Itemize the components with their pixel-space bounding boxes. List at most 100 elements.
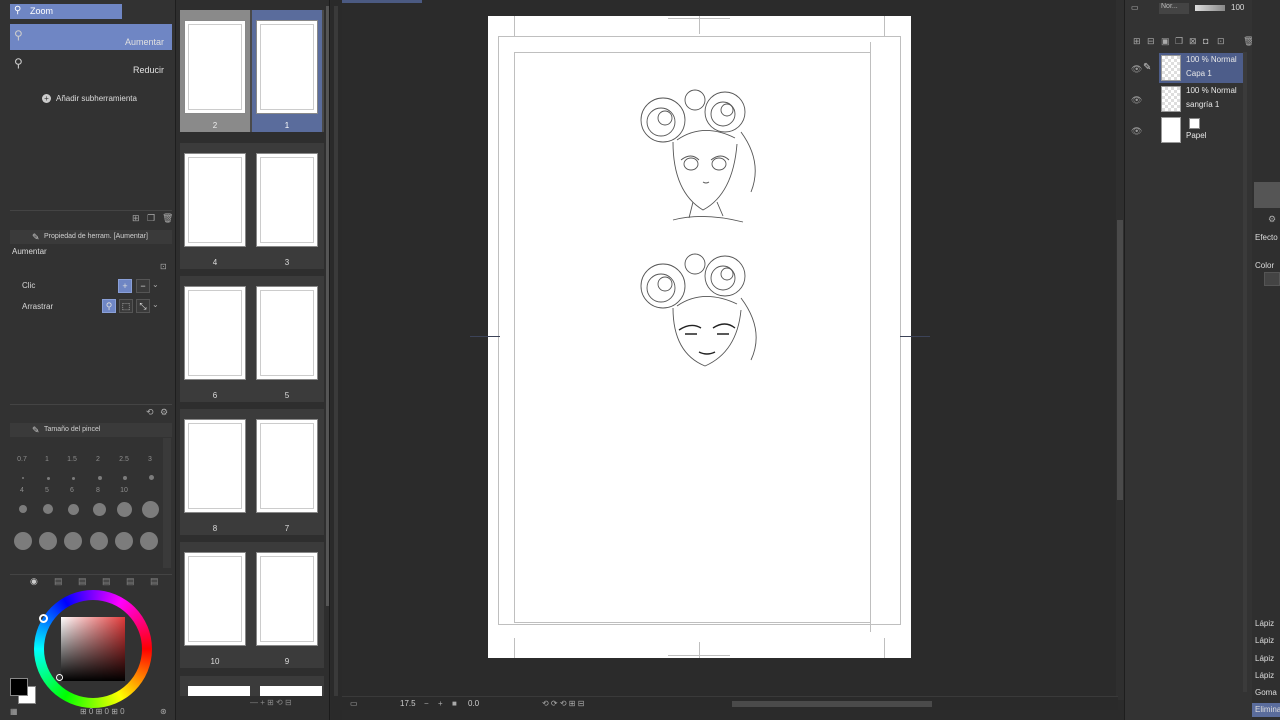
brush-size-dot[interactable] [39, 532, 57, 550]
layer-capa-1[interactable]: 100 % Normal Capa 1 [1159, 53, 1247, 83]
brush-size-dot[interactable] [22, 477, 24, 479]
effects-label[interactable]: Efecto [1255, 233, 1278, 242]
brush-size-dot[interactable] [19, 505, 27, 513]
zoom-in-icon[interactable]: + [438, 699, 443, 708]
brush-size-dot[interactable] [117, 502, 132, 517]
brush-history-item-selected[interactable]: Eliminar [1252, 703, 1280, 717]
lock-icon[interactable]: ⊡ [160, 262, 167, 271]
brush-history-item[interactable]: Lápiz [1255, 636, 1274, 645]
page-thumbnail-7[interactable]: 7 [252, 409, 322, 535]
brush-size-dot[interactable] [142, 501, 159, 518]
color-extra-tab-icon[interactable]: ▤ [150, 576, 159, 587]
brush-size-label[interactable]: 2.5 [114, 456, 134, 463]
brush-size-dot[interactable] [47, 477, 50, 480]
visibility-eye-icon[interactable]: 👁 [1131, 95, 1142, 106]
color-slider-tab-icon[interactable]: ▤ [78, 576, 87, 587]
trash-icon[interactable]: 🗑 [162, 213, 173, 224]
color-set-tab-icon[interactable]: ▤ [54, 576, 63, 587]
chevron-down-icon[interactable]: ⌄ [152, 300, 159, 309]
add-subtool-button[interactable]: + Añadir subherramienta [42, 94, 162, 106]
color-wheel-tab-icon[interactable]: ◉ [30, 576, 38, 587]
canvas-vertical-scrollbar[interactable] [1116, 0, 1124, 700]
brush-size-label[interactable]: 4 [12, 487, 32, 494]
page-thumbnail-2[interactable]: 2 [180, 10, 250, 132]
brush-size-label[interactable]: 3 [140, 456, 160, 463]
main-color-swatch[interactable] [10, 678, 28, 696]
new-raster-layer-icon[interactable]: ⊞ [1133, 36, 1141, 47]
new-folder-icon[interactable]: ▣ [1161, 36, 1170, 47]
brush-size-label[interactable]: 0.7 [12, 456, 32, 463]
brush-history-item[interactable]: Lápiz [1255, 619, 1274, 628]
page-tools-icons[interactable]: — + ⊞ ⟲ ⊟ [250, 698, 292, 707]
scrollbar[interactable] [163, 438, 171, 568]
color-picker-marker[interactable] [56, 674, 63, 681]
brush-size-dot[interactable] [115, 532, 133, 550]
color-label[interactable]: Color [1255, 261, 1274, 270]
horizontal-scroll-thumb[interactable] [732, 701, 932, 707]
page-thumbnail-4[interactable]: 4 [180, 143, 250, 269]
brush-history-item[interactable]: Lápiz [1255, 654, 1274, 663]
brush-history-item[interactable]: Lápiz [1255, 671, 1274, 680]
drag-zoom-out-button[interactable]: ⤡ [136, 299, 150, 313]
brush-size-label[interactable]: 10 [114, 487, 134, 494]
brush-size-dot[interactable] [140, 532, 158, 550]
chevron-down-icon[interactable]: ⌄ [152, 280, 159, 289]
page-thumbnail-8[interactable]: 8 [180, 409, 250, 535]
brush-size-dot[interactable] [64, 532, 82, 550]
opacity-value[interactable]: 100 [1231, 3, 1244, 12]
subtool-reducir[interactable]: ⚲ Reducir [10, 52, 172, 78]
page-thumbnail-10[interactable]: 10 [180, 542, 250, 668]
settings-icon[interactable]: ⊛ [160, 707, 167, 716]
brush-size-dot[interactable] [43, 504, 53, 514]
color-wheel[interactable] [34, 590, 152, 708]
drag-zoom-area-button[interactable]: ⬚ [119, 299, 133, 313]
subtool-aumentar[interactable]: ⚲ Aumentar [10, 24, 172, 50]
pages-scrollbar[interactable] [326, 6, 329, 606]
brush-size-dot[interactable] [149, 475, 154, 480]
zoom-out-click-button[interactable]: − [136, 279, 150, 293]
zoom-in-click-button[interactable]: + [118, 279, 132, 293]
rotate-icons[interactable]: ⟲ ⟳ ⟲ ⊞ ⊟ [542, 699, 584, 708]
brush-size-dot[interactable] [93, 503, 106, 516]
sub-view-thumbnail[interactable] [1254, 182, 1280, 208]
layer-panel-scrollbar[interactable] [1243, 52, 1247, 692]
page-thumbnail-1[interactable]: 1 [252, 10, 322, 132]
panel-splitter[interactable] [331, 0, 342, 720]
saturation-value-square[interactable] [61, 617, 125, 681]
layer-property-icon[interactable]: ▭ [1131, 3, 1139, 12]
copy-layer-icon[interactable]: ❐ [1175, 36, 1183, 47]
hue-marker[interactable] [39, 614, 48, 623]
edit-pen-icon[interactable]: ✎ [1143, 62, 1151, 73]
new-subtool-icon[interactable]: ⊞ [132, 213, 140, 224]
brush-size-dot[interactable] [123, 476, 127, 480]
visibility-eye-icon[interactable]: 👁 [1131, 126, 1142, 137]
angle-value[interactable]: 0.0 [468, 699, 479, 708]
merge-layer-icon[interactable]: ⊠ [1189, 36, 1197, 47]
fit-icon[interactable]: ■ [452, 699, 457, 708]
brush-size-label[interactable]: 5 [37, 487, 57, 494]
page-thumbnail-11[interactable] [260, 686, 322, 696]
brush-history-item[interactable]: Goma [1255, 688, 1277, 697]
blend-mode-select[interactable]: Nor... [1159, 3, 1189, 14]
page-thumbnail-12[interactable] [188, 686, 250, 696]
drag-zoom-button[interactable]: ⚲ [102, 299, 116, 313]
link-icon[interactable]: ⊡ [1217, 36, 1225, 47]
brush-size-dot[interactable] [14, 532, 32, 550]
color-field[interactable] [1264, 272, 1280, 286]
opacity-slider[interactable] [1195, 5, 1225, 11]
layer-papel[interactable]: Papel [1159, 115, 1247, 145]
page-thumbnail-9[interactable]: 9 [252, 542, 322, 668]
reset-icon[interactable]: ⟲ [146, 407, 154, 418]
page-thumbnail-5[interactable]: 5 [252, 276, 322, 402]
brush-size-label[interactable]: 2 [88, 456, 108, 463]
new-vector-layer-icon[interactable]: ⊟ [1147, 36, 1155, 47]
zoom-out-icon[interactable]: − [424, 699, 429, 708]
color-history-tab-icon[interactable]: ▤ [102, 576, 111, 587]
settings-icon[interactable]: ⚙ [1268, 214, 1276, 225]
page-thumbnail-3[interactable]: 3 [252, 143, 322, 269]
wrench-icon[interactable]: ⚙ [160, 407, 168, 418]
brush-size-label[interactable]: 1.5 [62, 456, 82, 463]
brush-size-dot[interactable] [68, 504, 79, 515]
color-mix-tab-icon[interactable]: ▤ [126, 576, 135, 587]
vertical-scroll-thumb[interactable] [1117, 220, 1123, 500]
